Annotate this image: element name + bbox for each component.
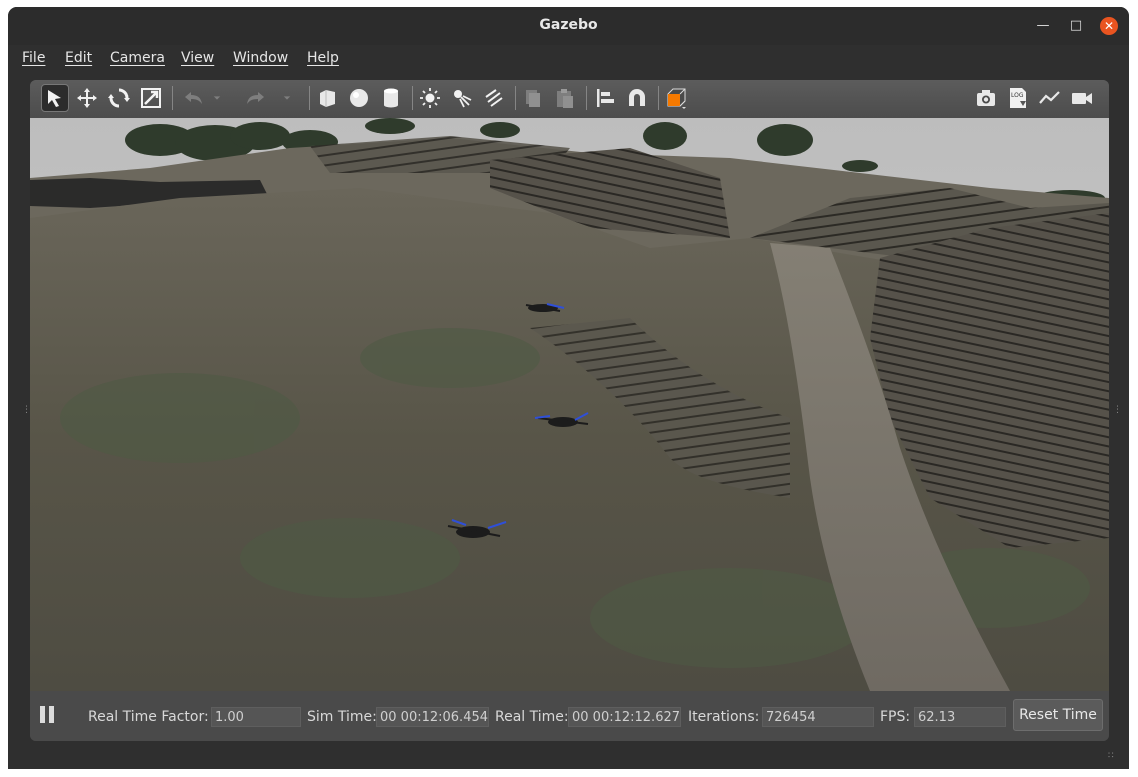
status-bar: Real Time Factor: 1.00 Sim Time: 00 00:1…	[30, 691, 1109, 741]
pause-icon	[49, 706, 54, 723]
toolbar-separator	[412, 86, 413, 110]
toolbar-separator	[172, 86, 173, 110]
minimize-icon: —	[1036, 18, 1050, 33]
view-angle-icon	[667, 88, 686, 109]
select-arrow-icon	[48, 90, 61, 107]
spot-light-icon	[454, 90, 472, 108]
redo-icon	[247, 92, 264, 104]
maximize-button[interactable]: □	[1067, 17, 1085, 35]
resize-grip[interactable]: ∷	[1108, 751, 1114, 761]
sim-time-label: Sim Time:	[307, 709, 377, 725]
menu-file[interactable]: File	[22, 50, 45, 66]
menu-window[interactable]: Window	[233, 50, 288, 66]
real-time-field: 00 00:12:12.627	[568, 707, 681, 727]
rotate-mode-button[interactable]	[105, 84, 133, 112]
magnet-snap-icon	[629, 89, 645, 106]
left-panel-handle[interactable]: ⋮	[22, 405, 31, 415]
pause-icon	[40, 706, 45, 723]
translate-mode-button[interactable]	[73, 84, 101, 112]
menu-bar: File Edit Camera View Window Help	[8, 45, 1129, 72]
real-time-label: Real Time:	[495, 709, 569, 725]
close-icon: ✕	[1103, 19, 1115, 33]
align-button[interactable]	[591, 84, 619, 112]
video-record-button[interactable]	[1068, 84, 1096, 112]
real-time-factor-label: Real Time Factor:	[88, 709, 209, 725]
window-title: Gazebo	[539, 17, 598, 33]
cylinder-shape-icon	[384, 88, 398, 108]
screenshot-button[interactable]	[972, 84, 1000, 112]
undo-button[interactable]	[180, 84, 208, 112]
plot-icon	[1039, 91, 1060, 104]
fps-label: FPS:	[880, 709, 911, 725]
toolbar: LOG	[30, 80, 1109, 118]
copy-button[interactable]	[519, 84, 547, 112]
box-shape-icon	[320, 90, 335, 107]
toolbar-separator	[515, 86, 516, 110]
toolbar-separator	[309, 86, 310, 110]
reset-time-button[interactable]: Reset Time	[1013, 699, 1103, 731]
directional-light-button[interactable]	[480, 84, 508, 112]
menu-edit[interactable]: Edit	[65, 50, 92, 66]
maximize-icon: □	[1069, 18, 1083, 33]
point-light-button[interactable]	[416, 84, 444, 112]
cylinder-shape-button[interactable]	[377, 84, 405, 112]
fps-field: 62.13	[914, 707, 1006, 727]
sim-time-field: 00 00:12:06.454	[376, 707, 489, 727]
view-angle-button[interactable]	[662, 84, 690, 112]
3d-viewport[interactable]	[30, 118, 1109, 691]
minimize-button[interactable]: —	[1034, 17, 1052, 35]
spot-light-button[interactable]	[448, 84, 476, 112]
select-mode-button[interactable]	[41, 84, 69, 112]
iterations-label: Iterations:	[688, 709, 760, 725]
log-badge-text: LOG	[1011, 92, 1024, 99]
terrain-scene	[30, 118, 1109, 691]
gazebo-window: Gazebo — □ ✕ File Edit Camera View Windo…	[8, 7, 1129, 769]
menu-help[interactable]: Help	[307, 50, 339, 66]
redo-dropdown-icon	[283, 96, 291, 100]
undo-dropdown-icon	[213, 96, 221, 100]
copy-icon	[526, 90, 540, 107]
undo-dropdown[interactable]	[210, 84, 224, 112]
pause-button[interactable]	[40, 706, 56, 724]
scale-icon	[141, 88, 161, 108]
iterations-field: 726454	[762, 707, 874, 727]
rotate-icon	[108, 88, 130, 108]
redo-button[interactable]	[241, 84, 269, 112]
toolbar-separator	[586, 86, 587, 110]
main-panel: LOG Real Time Factor: 1.00 Sim Time: 00 …	[30, 80, 1109, 741]
translate-icon	[77, 88, 97, 108]
log-icon: LOG	[1010, 88, 1026, 108]
undo-icon	[185, 92, 202, 104]
scale-mode-button[interactable]	[137, 84, 165, 112]
paste-button[interactable]	[551, 84, 579, 112]
log-button[interactable]: LOG	[1004, 84, 1032, 112]
menu-camera[interactable]: Camera	[110, 50, 165, 66]
point-light-icon	[420, 88, 440, 108]
close-button[interactable]: ✕	[1100, 17, 1118, 35]
box-shape-button[interactable]	[313, 84, 341, 112]
sphere-shape-button[interactable]	[345, 84, 373, 112]
menu-view[interactable]: View	[181, 50, 214, 66]
magnet-snap-button[interactable]	[623, 84, 651, 112]
screenshot-camera-icon	[977, 90, 995, 106]
paste-icon	[557, 89, 573, 108]
align-icon	[597, 89, 614, 107]
directional-light-icon	[485, 89, 503, 107]
title-bar: Gazebo — □ ✕	[8, 7, 1129, 45]
right-panel-handle[interactable]: ⋮	[1113, 405, 1122, 415]
redo-dropdown[interactable]	[280, 84, 294, 112]
video-record-icon	[1072, 93, 1092, 104]
real-time-factor-field: 1.00	[211, 707, 301, 727]
plot-button[interactable]	[1036, 84, 1064, 112]
sphere-shape-icon	[350, 89, 368, 107]
toolbar-separator	[658, 86, 659, 110]
